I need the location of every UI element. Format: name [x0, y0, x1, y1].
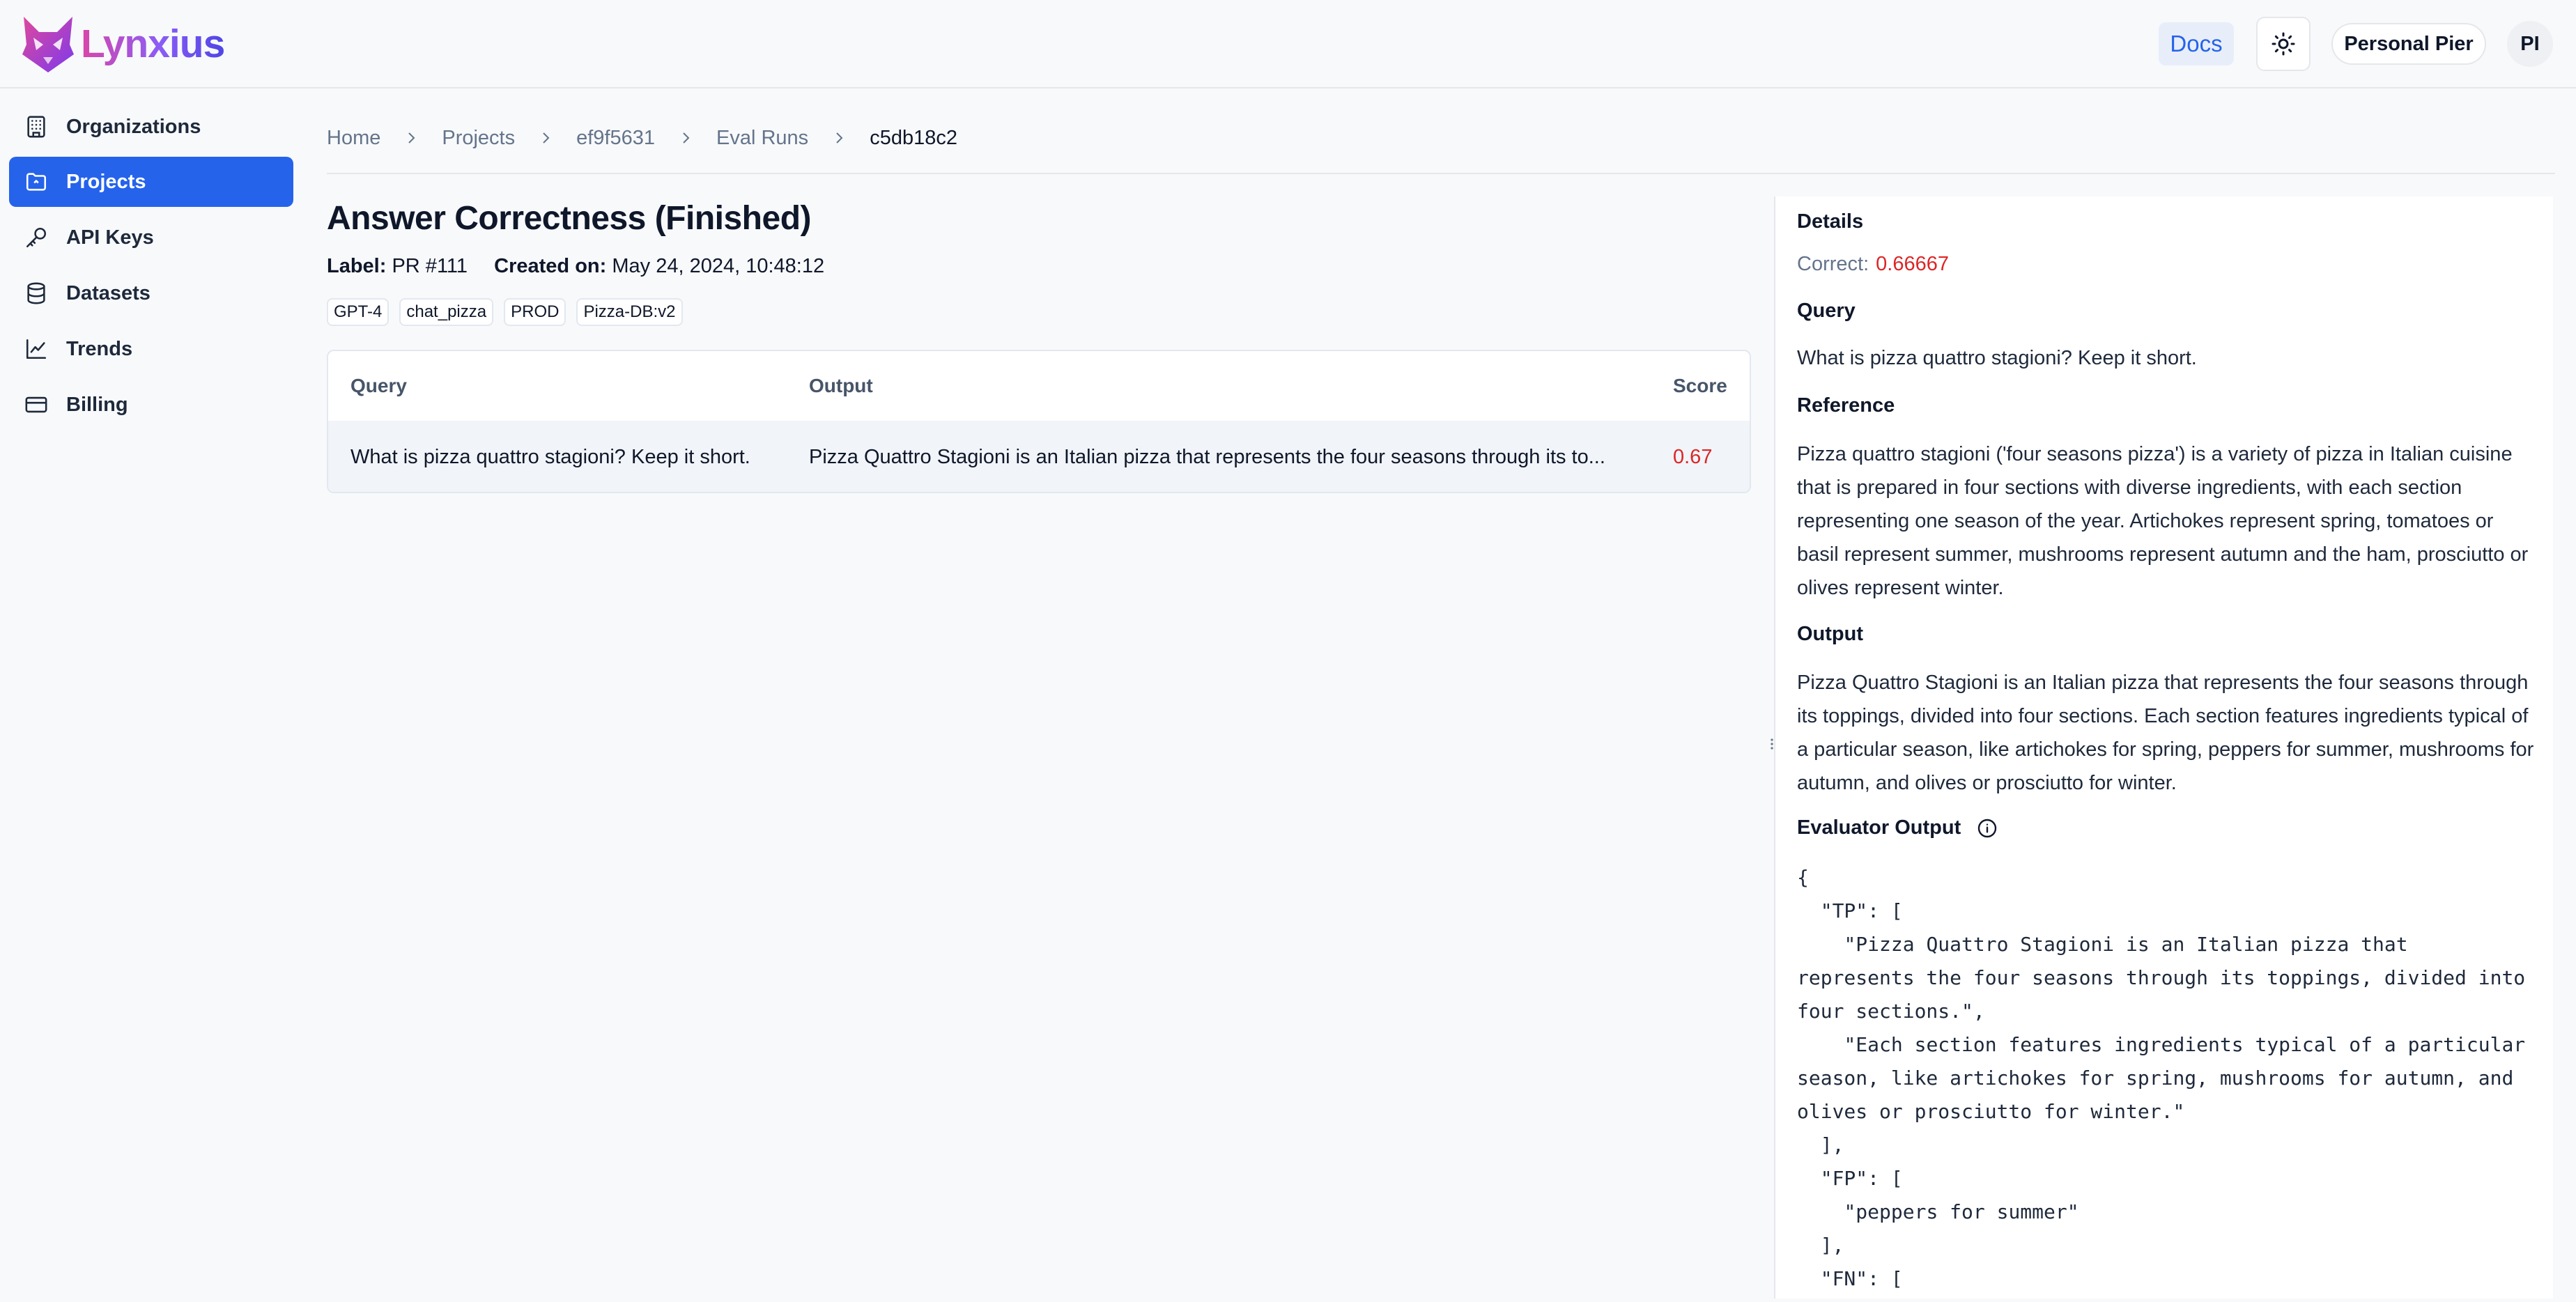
column-header-output[interactable]: Output — [809, 351, 873, 421]
brand-logo[interactable]: Lynxius — [20, 14, 225, 74]
avatar[interactable]: PI — [2507, 21, 2553, 67]
sidebar-item-billing[interactable]: Billing — [9, 380, 293, 430]
breadcrumb-eval-runs[interactable]: Eval Runs — [716, 127, 808, 150]
reference-text: Pizza quattro stagioni ('four seasons pi… — [1797, 443, 2529, 599]
correct-label: Correct: — [1797, 253, 1869, 275]
tag-chip: chat_pizza — [399, 298, 494, 326]
results-table: Query Output Score What is pizza quattro… — [327, 350, 1751, 493]
sidebar-item-datasets[interactable]: Datasets — [9, 268, 293, 318]
reference-heading: Reference — [1797, 394, 1895, 417]
sidebar-item-label: Trends — [66, 337, 133, 360]
cell-query: What is pizza quattro stagioni? Keep it … — [350, 445, 750, 468]
sun-icon — [2272, 32, 2295, 56]
sidebar-item-label: Datasets — [66, 281, 151, 304]
brand-name: Lynxius — [81, 22, 225, 66]
info-icon[interactable] — [1976, 817, 1998, 839]
tag-chip: GPT-4 — [327, 298, 390, 326]
output-heading: Output — [1797, 623, 1864, 645]
details-panel: Details Correct: 0.66667 Query What is pi… — [1774, 196, 2553, 1299]
evaluator-output-label: Evaluator Output — [1797, 816, 1961, 839]
sidebar-item-organizations[interactable]: Organizations — [9, 102, 293, 152]
chevron-right-icon — [539, 130, 553, 146]
building-icon — [24, 115, 48, 139]
page-title: Answer Correctness (Finished) — [327, 200, 812, 237]
breadcrumb: Home Projects ef9f5631 Eval Runs c5db18c… — [327, 124, 957, 152]
sidebar-item-trends[interactable]: Trends — [9, 324, 293, 374]
breadcrumb-current-run: c5db18c2 — [870, 126, 957, 149]
run-meta: Label: PR #111 Created on: May 24, 2024,… — [327, 255, 824, 278]
correct-score: Correct: 0.66667 — [1797, 253, 1949, 276]
output-text: Pizza Quattro Stagioni is an Italian piz… — [1797, 672, 2534, 794]
trend-chart-icon — [24, 337, 48, 361]
details-title: Details — [1797, 210, 1864, 233]
correct-value: 0.66667 — [1876, 253, 1949, 275]
table-row[interactable]: What is pizza quattro stagioni? Keep it … — [328, 421, 1750, 492]
column-header-score[interactable]: Score — [1673, 351, 1727, 421]
chevron-right-icon — [404, 130, 418, 146]
created-value: May 24, 2024, 10:48:12 — [612, 255, 825, 277]
divider — [327, 173, 2555, 174]
key-icon — [24, 226, 48, 249]
docs-link[interactable]: Docs — [2159, 22, 2234, 65]
label-key: Label: — [327, 255, 387, 277]
query-heading: Query — [1797, 300, 1856, 322]
cell-score: 0.67 — [1673, 445, 1713, 468]
created-key: Created on: — [494, 255, 607, 277]
tag-chip: Pizza-DB:v2 — [576, 298, 683, 326]
theme-toggle-button[interactable] — [2256, 17, 2311, 71]
cell-output: Pizza Quattro Stagioni is an Italian piz… — [809, 445, 1605, 468]
sidebar-item-label: Projects — [66, 170, 146, 193]
chevron-right-icon — [679, 130, 693, 146]
breadcrumb-project-id[interactable]: ef9f5631 — [576, 127, 655, 150]
breadcrumb-home[interactable]: Home — [327, 127, 380, 150]
user-menu-button[interactable]: Personal Pier — [2331, 23, 2486, 65]
sidebar-item-label: API Keys — [66, 226, 154, 249]
tag-chip: PROD — [504, 298, 566, 326]
credit-card-icon — [24, 393, 48, 417]
table-header: Query Output Score — [328, 351, 1750, 422]
chevron-right-icon — [832, 130, 846, 146]
sidebar-item-api-keys[interactable]: API Keys — [9, 212, 293, 263]
lynx-logo-icon — [22, 17, 74, 72]
tag-list: GPT-4 chat_pizza PROD Pizza-DB:v2 — [327, 298, 693, 326]
evaluator-output-json: { "TP": [ "Pizza Quattro Stagioni is an … — [1797, 866, 2526, 1290]
database-icon — [24, 281, 48, 305]
breadcrumb-projects[interactable]: Projects — [442, 127, 515, 150]
sidebar-item-label: Organizations — [66, 115, 201, 138]
column-header-query[interactable]: Query — [350, 351, 407, 421]
label-value: PR #111 — [392, 255, 468, 277]
sidebar-item-projects[interactable]: Projects — [9, 157, 293, 207]
folder-icon — [24, 170, 48, 194]
evaluator-output-heading: Evaluator Output — [1797, 816, 1998, 839]
query-text: What is pizza quattro stagioni? Keep it … — [1797, 347, 2197, 369]
top-header: Lynxius Docs Personal Pier PI — [0, 0, 2576, 88]
sidebar-item-label: Billing — [66, 393, 128, 416]
